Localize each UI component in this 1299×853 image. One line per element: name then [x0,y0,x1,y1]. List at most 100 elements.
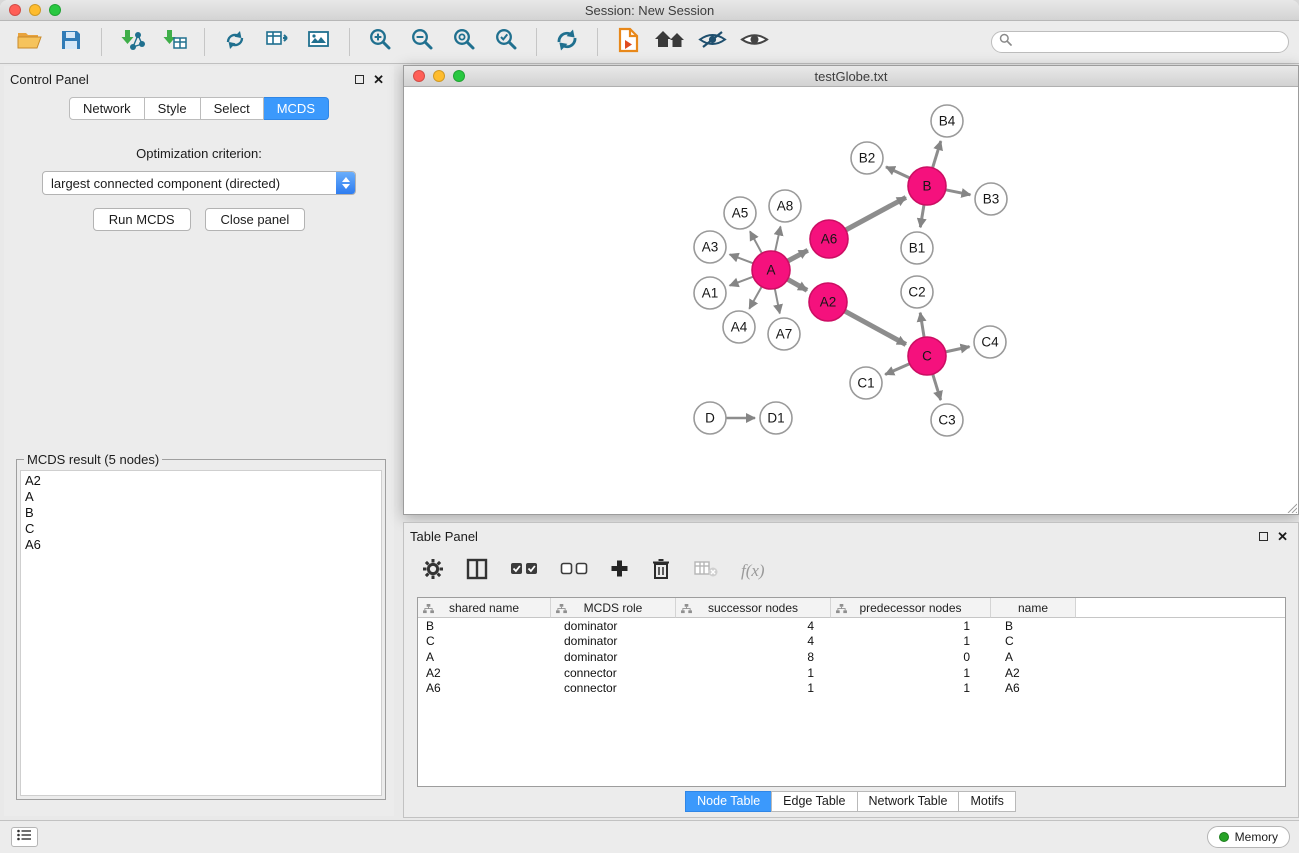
function-builder-button[interactable]: f(x) [741,561,765,581]
result-item[interactable]: A6 [25,537,377,553]
task-history-button[interactable] [11,827,38,847]
graph-edge-A-A6[interactable] [788,250,808,261]
cell-name[interactable]: A6 [991,681,1076,695]
cell-mcds-role[interactable]: dominator [551,650,676,664]
network-canvas[interactable]: B4B2BB3A5A8A6A3B1AC2A1A2A4A7C4CC1DD1C3 [404,87,1298,514]
import-network-button[interactable] [113,24,151,60]
mcds-result-list[interactable]: A2 A B C A6 [20,470,382,796]
float-panel-icon[interactable] [355,75,364,84]
cell-predecessor-nodes[interactable]: 1 [831,666,991,680]
open-session-button[interactable] [10,24,48,60]
graph-edge-A6-B[interactable] [846,197,906,230]
column-header-successor-nodes[interactable]: successor nodes [676,598,831,618]
tab-motifs[interactable]: Motifs [958,791,1015,812]
close-panel-icon[interactable]: ✕ [373,73,384,86]
graph-edge-A-A1[interactable] [730,277,754,286]
cell-shared-name[interactable]: A2 [418,666,551,680]
result-item[interactable]: A2 [25,473,377,489]
cell-name[interactable]: B [991,619,1076,633]
zoom-selected-button[interactable] [487,24,525,60]
graph-edge-B-B3[interactable] [946,190,971,195]
graph-edge-B-B4[interactable] [933,141,941,168]
cell-predecessor-nodes[interactable]: 1 [831,634,991,648]
tab-mcds[interactable]: MCDS [264,97,329,120]
tab-style[interactable]: Style [145,97,201,120]
cell-mcds-role[interactable]: dominator [551,634,676,648]
cell-predecessor-nodes[interactable]: 1 [831,681,991,695]
column-header-mcds-role[interactable]: MCDS role [551,598,676,618]
result-item[interactable]: A [25,489,377,505]
cell-shared-name[interactable]: A6 [418,681,551,695]
home-view-button[interactable] [651,24,689,60]
graph-edge-B-B2[interactable] [886,167,910,178]
close-window-button[interactable] [9,4,21,16]
cell-shared-name[interactable]: B [418,619,551,633]
network-close-button[interactable] [413,70,425,82]
column-header-name[interactable]: name [991,598,1076,618]
cell-mcds-role[interactable]: connector [551,666,676,680]
cell-name[interactable]: A2 [991,666,1076,680]
minimize-window-button[interactable] [29,4,41,16]
cell-successor-nodes[interactable]: 1 [676,666,831,680]
hide-details-button[interactable] [693,24,731,60]
search-input[interactable] [1017,35,1281,49]
cell-successor-nodes[interactable]: 4 [676,634,831,648]
table-settings-button[interactable] [422,558,444,585]
close-table-panel-icon[interactable]: ✕ [1277,530,1288,543]
delete-table-button[interactable] [693,559,719,584]
cell-successor-nodes[interactable]: 1 [676,681,831,695]
column-header-predecessor-nodes[interactable]: predecessor nodes [831,598,991,618]
add-row-button[interactable] [610,559,629,583]
show-columns-button[interactable] [466,558,488,585]
cell-mcds-role[interactable]: connector [551,681,676,695]
table-row[interactable]: A6 connector 1 1 A6 [418,680,1285,696]
table-row[interactable]: A2 connector 1 1 A2 [418,665,1285,681]
graph-edge-A-A5[interactable] [750,231,762,253]
cell-predecessor-nodes[interactable]: 1 [831,619,991,633]
cell-shared-name[interactable]: C [418,634,551,648]
tab-select[interactable]: Select [201,97,264,120]
export-image-button[interactable] [300,24,338,60]
run-mcds-button[interactable]: Run MCDS [93,208,191,231]
float-table-panel-icon[interactable] [1259,532,1268,541]
tab-node-table[interactable]: Node Table [685,791,772,812]
network-zoom-button[interactable] [453,70,465,82]
cell-successor-nodes[interactable]: 8 [676,650,831,664]
tab-network[interactable]: Network [69,97,145,120]
optimization-dropdown[interactable]: largest connected component (directed) [42,171,356,195]
memory-button[interactable]: Memory [1207,826,1290,848]
cell-predecessor-nodes[interactable]: 0 [831,650,991,664]
table-row[interactable]: B dominator 4 1 B [418,618,1285,634]
graph-edge-A-A7[interactable] [775,289,780,314]
cell-name[interactable]: C [991,634,1076,648]
table-row[interactable]: A dominator 8 0 A [418,649,1285,665]
graph-edge-A-A4[interactable] [749,287,761,309]
zoom-out-button[interactable] [403,24,441,60]
tab-network-table[interactable]: Network Table [857,791,960,812]
graph-edge-A-A2[interactable] [788,279,808,290]
graph-edge-A2-C[interactable] [845,311,906,344]
select-all-button[interactable] [510,561,538,581]
graph-edge-C-C1[interactable] [885,364,909,375]
cell-mcds-role[interactable]: dominator [551,619,676,633]
table-row[interactable]: C dominator 4 1 C [418,634,1285,650]
result-item[interactable]: B [25,505,377,521]
zoom-fit-button[interactable] [445,24,483,60]
zoom-window-button[interactable] [49,4,61,16]
delete-row-button[interactable] [651,558,671,585]
save-session-button[interactable] [52,24,90,60]
cell-shared-name[interactable]: A [418,650,551,664]
import-table-button[interactable] [155,24,193,60]
resize-grip-icon[interactable] [1285,501,1297,513]
graph-edge-C-C3[interactable] [933,374,941,400]
graph-edge-B-B1[interactable] [920,205,924,228]
result-item[interactable]: C [25,521,377,537]
network-table-button[interactable] [258,24,296,60]
cell-successor-nodes[interactable]: 4 [676,619,831,633]
open-session-file-button[interactable] [609,24,647,60]
clone-network-button[interactable] [216,24,254,60]
graph-edge-A-A8[interactable] [775,227,780,252]
tab-edge-table[interactable]: Edge Table [771,791,857,812]
graph-edge-C-C2[interactable] [920,313,924,338]
cell-name[interactable]: A [991,650,1076,664]
